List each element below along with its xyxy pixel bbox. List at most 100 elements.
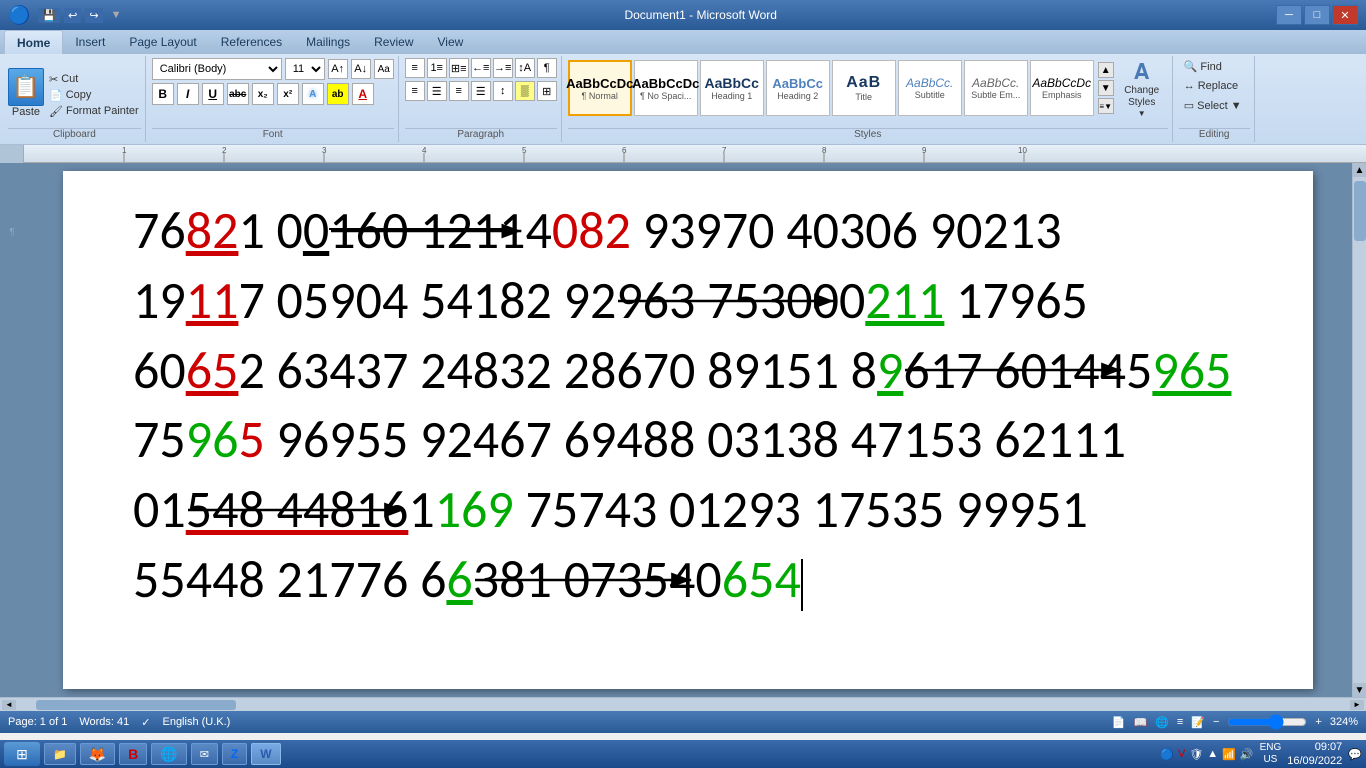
tray-icon-3: 🛡 — [1189, 748, 1203, 761]
italic-button[interactable]: I — [177, 83, 199, 105]
text-0-6: 0 — [695, 547, 721, 611]
view-web-btn[interactable]: 🌐 — [1155, 716, 1169, 729]
superscript-button[interactable]: x² — [277, 83, 299, 105]
horizontal-scrollbar[interactable]: ◄ ► — [0, 697, 1366, 711]
zoom-in-btn[interactable]: + — [1315, 716, 1321, 728]
taskbar-folder[interactable]: 📁 — [44, 743, 76, 765]
scroll-up-button[interactable]: ▲ — [1353, 163, 1366, 177]
sort-button[interactable]: ↕A — [515, 58, 535, 78]
tab-review[interactable]: Review — [362, 30, 425, 54]
shading-button[interactable]: ▒ — [515, 81, 535, 101]
style-emphasis[interactable]: AaBbCcDc Emphasis — [1030, 60, 1094, 116]
scroll-thumb[interactable] — [1354, 181, 1366, 241]
quick-undo[interactable]: ↩ — [64, 8, 81, 23]
vertical-scrollbar[interactable]: ▲ ▼ — [1352, 163, 1366, 697]
style-subtle-em[interactable]: AaBbCc. Subtle Em... — [964, 60, 1028, 116]
align-right-button[interactable]: ≡ — [449, 81, 469, 101]
minimize-button[interactable]: ─ — [1276, 5, 1302, 25]
style-normal[interactable]: AaBbCcDc ¶ Normal — [568, 60, 632, 116]
paste-button[interactable]: 📋 Paste — [8, 68, 44, 118]
tab-page-layout[interactable]: Page Layout — [117, 30, 208, 54]
taskbar-word[interactable]: W — [251, 743, 280, 765]
change-styles-button[interactable]: 𝐀 ChangeStyles ▼ — [1116, 58, 1168, 118]
zoom-out-btn[interactable]: − — [1213, 716, 1219, 728]
zoom-slider[interactable] — [1227, 714, 1307, 730]
notification-area[interactable]: 💬 — [1348, 748, 1362, 761]
justify-button[interactable]: ☰ — [471, 81, 491, 101]
style-heading2-preview: AaBbCc — [772, 76, 823, 91]
paragraph-label: Paragraph — [405, 128, 557, 140]
tray-icons-more[interactable]: ▲ — [1207, 748, 1218, 760]
tab-home[interactable]: Home — [4, 30, 63, 54]
style-subtitle[interactable]: AaBbCc. Subtitle — [898, 60, 962, 116]
text-55448-21776-6: 55448 21776 6 — [133, 547, 446, 611]
find-button[interactable]: 🔍 Find — [1179, 58, 1250, 75]
clear-format-button[interactable]: Aa — [374, 59, 394, 79]
styles-scroll-up[interactable]: ▲ — [1098, 62, 1114, 78]
line-spacing-button[interactable]: ↕ — [493, 81, 513, 101]
find-icon: 🔍 — [1184, 60, 1198, 73]
quick-redo[interactable]: ↪ — [85, 8, 102, 23]
numbering-button[interactable]: 1≡ — [427, 58, 447, 78]
format-painter-button[interactable]: 🖌 Format Painter — [47, 104, 141, 119]
font-family-select[interactable]: Calibri (Body) — [152, 58, 282, 80]
document-title: Document1 - Microsoft Word — [125, 8, 1276, 22]
subscript-button[interactable]: x₂ — [252, 83, 274, 105]
start-button[interactable]: ⊞ — [4, 742, 40, 766]
tab-references[interactable]: References — [209, 30, 294, 54]
copy-button[interactable]: 📄 Copy — [47, 88, 141, 103]
decrease-indent-button[interactable]: ←≡ — [471, 58, 491, 78]
style-title[interactable]: AaB Title — [832, 60, 896, 116]
show-hide-button[interactable]: ¶ — [537, 58, 557, 78]
style-heading1[interactable]: AaBbCc Heading 1 — [700, 60, 764, 116]
multilevel-button[interactable]: ⊞≡ — [449, 58, 469, 78]
tab-insert[interactable]: Insert — [63, 30, 117, 54]
cut-button[interactable]: ✂ Cut — [47, 72, 141, 87]
taskbar-edge[interactable]: 🌐 — [151, 743, 186, 765]
styles-scroll-down[interactable]: ▼ — [1098, 80, 1114, 96]
select-button[interactable]: ▭ Select ▼ — [1179, 97, 1250, 114]
underline-button[interactable]: U — [202, 83, 224, 105]
page-scroll-area[interactable]: 76821 00 160 1211 4082 939 — [24, 163, 1352, 697]
taskbar-firefox[interactable]: 🦊 — [80, 743, 115, 765]
replace-button[interactable]: ↔ Replace — [1179, 78, 1250, 94]
bold-button[interactable]: B — [152, 83, 174, 105]
maximize-button[interactable]: □ — [1304, 5, 1330, 25]
highlight-button[interactable]: ab — [327, 83, 349, 105]
font-size-select[interactable]: 11 — [285, 58, 325, 80]
view-outline-btn[interactable]: ≡ — [1177, 716, 1183, 728]
hscroll-right[interactable]: ► — [1350, 700, 1364, 710]
style-heading2[interactable]: AaBbCc Heading 2 — [766, 60, 830, 116]
view-normal-btn[interactable]: 📄 — [1112, 716, 1126, 729]
style-no-spacing[interactable]: AaBbCcDc ¶ No Spaci... — [634, 60, 698, 116]
scroll-down-button[interactable]: ▼ — [1353, 683, 1366, 697]
quick-save[interactable]: 💾 — [38, 8, 60, 23]
bullets-button[interactable]: ≡ — [405, 58, 425, 78]
taskbar-zalo[interactable]: Z — [222, 743, 247, 765]
view-reading-btn[interactable]: 📖 — [1133, 716, 1147, 729]
close-button[interactable]: ✕ — [1332, 5, 1358, 25]
tab-mailings[interactable]: Mailings — [294, 30, 362, 54]
align-center-button[interactable]: ☰ — [427, 81, 447, 101]
view-draft-btn[interactable]: 📝 — [1191, 716, 1205, 729]
font-color-button[interactable]: A — [352, 83, 374, 105]
borders-button[interactable]: ⊞ — [537, 81, 557, 101]
zoom-level[interactable]: 324% — [1330, 716, 1358, 728]
strikethrough-button[interactable]: abc — [227, 83, 249, 105]
quick-more[interactable]: ▼ — [107, 8, 126, 22]
taskbar-bitdefender[interactable]: B — [119, 743, 147, 765]
hscroll-thumb[interactable] — [36, 700, 236, 710]
increase-indent-button[interactable]: →≡ — [493, 58, 513, 78]
network-icon: 📶 — [1222, 748, 1236, 761]
system-clock[interactable]: 09:07 16/09/2022 — [1287, 740, 1342, 768]
text-effects-button[interactable]: A — [302, 83, 324, 105]
editing-label: Editing — [1179, 128, 1250, 140]
clipboard-group: 📋 Paste ✂ Cut 📄 Copy 🖌 Format P — [4, 56, 146, 142]
align-left-button[interactable]: ≡ — [405, 81, 425, 101]
hscroll-left[interactable]: ◄ — [2, 700, 16, 710]
decrease-font-button[interactable]: A↓ — [351, 59, 371, 79]
increase-font-button[interactable]: A↑ — [328, 59, 348, 79]
taskbar-mail[interactable]: ✉ — [191, 743, 218, 765]
tab-view[interactable]: View — [426, 30, 476, 54]
styles-scroll-more[interactable]: ≡▼ — [1098, 98, 1114, 114]
